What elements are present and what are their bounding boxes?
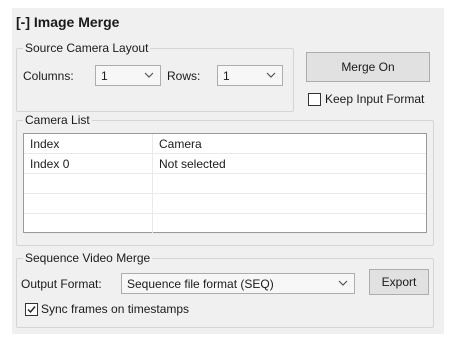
keep-input-format-label: Keep Input Format	[325, 92, 425, 106]
index-column-header[interactable]: Index	[24, 134, 153, 154]
index-cell	[24, 213, 153, 234]
output-format-select[interactable]: Sequence file format (SEQ)	[121, 273, 355, 294]
camera-list[interactable]: Index Camera Index 0 Not selected	[23, 133, 427, 234]
rows-label: Rows:	[167, 69, 201, 83]
camera-cell	[152, 173, 426, 194]
table-row[interactable]	[24, 173, 426, 194]
camera-table: Index Camera Index 0 Not selected	[24, 134, 426, 234]
columns-select[interactable]: 1	[95, 65, 161, 86]
camera-cell	[152, 193, 426, 214]
sync-frames-checkbox[interactable]	[25, 303, 38, 316]
table-row[interactable]	[24, 213, 426, 234]
columns-value: 1	[101, 69, 108, 83]
table-header-row: Index Camera	[24, 134, 426, 154]
table-row[interactable]	[24, 193, 426, 214]
chevron-down-icon	[144, 72, 154, 78]
rows-select[interactable]: 1	[217, 65, 283, 86]
chevron-down-icon	[266, 72, 276, 78]
merge-on-button[interactable]: Merge On	[306, 52, 430, 82]
export-button[interactable]: Export	[369, 269, 429, 295]
sequence-video-merge-legend: Sequence Video Merge	[23, 251, 153, 265]
output-format-label: Output Format:	[21, 277, 102, 291]
image-merge-panel: [-] Image Merge Source Camera Layout Col…	[12, 8, 444, 334]
camera-list-group: Camera List Index Camera Index 0 Not sel…	[16, 113, 434, 246]
index-cell	[24, 193, 153, 214]
camera-cell: Not selected	[152, 153, 426, 174]
index-cell: Index 0	[24, 153, 153, 174]
camera-list-legend: Camera List	[23, 113, 92, 127]
table-row[interactable]: Index 0 Not selected	[24, 153, 426, 174]
sync-frames-label: Sync frames on timestamps	[41, 302, 190, 316]
index-cell	[24, 173, 153, 194]
sequence-video-merge-group: Sequence Video Merge Output Format: Sequ…	[16, 251, 434, 328]
columns-label: Columns:	[23, 69, 74, 83]
camera-cell	[152, 213, 426, 234]
source-camera-layout-group: Source Camera Layout Columns: 1 Rows: 1	[16, 41, 294, 112]
source-camera-layout-legend: Source Camera Layout	[23, 41, 151, 55]
checkmark-icon	[27, 306, 36, 314]
rows-value: 1	[223, 69, 230, 83]
output-format-value: Sequence file format (SEQ)	[127, 277, 274, 291]
chevron-down-icon	[338, 280, 348, 286]
keep-input-format-checkbox[interactable]	[308, 93, 321, 106]
panel-title[interactable]: [-] Image Merge	[16, 14, 119, 30]
camera-column-header[interactable]: Camera	[152, 134, 426, 154]
